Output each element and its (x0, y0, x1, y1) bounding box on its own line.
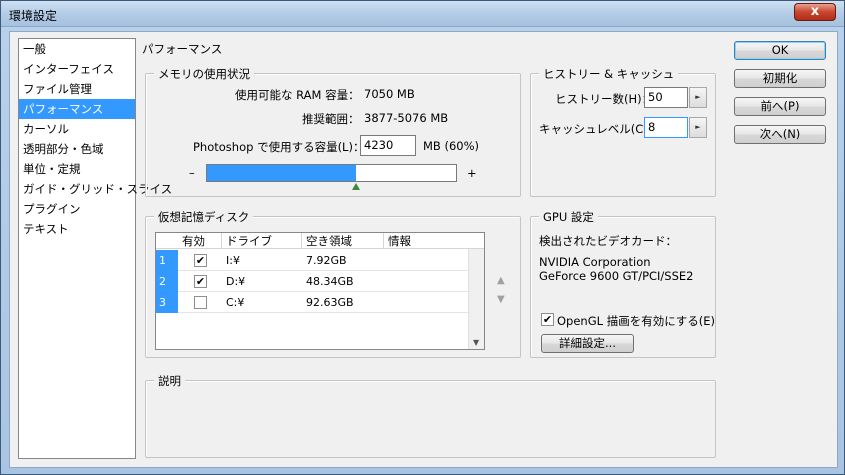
slider-plus-label: + (467, 166, 477, 180)
recommended-range-value: 3877-5076 MB (364, 111, 449, 125)
table-row[interactable]: 1 ✔ I:¥ 7.92GB (156, 250, 470, 271)
cache-levels-spin-button[interactable]: ► (689, 117, 707, 138)
next-button[interactable]: 次へ(N) (734, 125, 826, 144)
history-states-label: ヒストリー数(H)： (555, 92, 654, 106)
gpu-vendor: NVIDIA Corporation (539, 255, 651, 269)
nav-item[interactable]: プラグイン (19, 199, 135, 219)
page-title: パフォーマンス (142, 42, 223, 56)
scratch-disk-table: 有効 ドライブ 空き領域 情報 ▼ 1 ✔ I:¥ 7.92GB 2 ✔ D:¥ 48.34G… (155, 232, 485, 350)
recommended-range-label: 推奨範囲： (302, 112, 360, 126)
title-bar[interactable]: 環境設定 x (1, 1, 844, 27)
memory-usage-input[interactable]: 4230 (360, 135, 416, 156)
dialog-client: 一般 インターフェイス ファイル管理 パフォーマンス カーソル 透明部分・色域 単位・定規ガ… (9, 31, 838, 468)
column-header-enabled[interactable]: 有効 (178, 233, 222, 249)
ok-button[interactable]: OK (734, 41, 826, 60)
scratch-disk-scrollbar[interactable]: ▼ (468, 249, 484, 349)
previous-button[interactable]: 前へ(P) (734, 97, 826, 116)
opengl-checkbox[interactable]: ✔ (541, 313, 554, 326)
gpu-model: GeForce 9600 GT/PCI/SSE2 (539, 269, 694, 283)
nav-item[interactable]: インターフェイス (19, 59, 135, 79)
column-header-info[interactable]: 情報 (384, 233, 470, 249)
row-number: 3 (156, 292, 178, 313)
cache-levels-input[interactable]: 8 (644, 117, 688, 138)
move-up-icon[interactable]: ▲ (497, 275, 505, 286)
column-header-free-space[interactable]: 空き領域 (302, 233, 384, 249)
history-states-input[interactable]: 50 (644, 87, 688, 108)
nav-item[interactable]: カーソル (19, 119, 135, 139)
scratch-enabled-checkbox[interactable]: ✔ (194, 254, 207, 267)
preferences-window: 環境設定 x 一般 インターフェイス ファイル管理 パフォーマンス カーソル 透明部分・色… (0, 0, 845, 475)
move-down-icon[interactable]: ▼ (497, 294, 505, 305)
ram-value: 7050 MB (364, 87, 415, 101)
nav-item[interactable]: テキスト (19, 219, 135, 239)
drive-cell: I:¥ (226, 254, 240, 267)
opengl-label[interactable]: OpenGL 描画を有効にする(E) (557, 313, 715, 329)
nav-item[interactable]: パフォーマンス (19, 99, 135, 119)
nav-item[interactable]: 一般 (19, 39, 135, 59)
memory-usage-legend: メモリの使用状況 (154, 66, 254, 82)
drive-cell: D:¥ (226, 275, 246, 288)
nav-item[interactable]: ガイド・グリッド・スライス (19, 179, 172, 199)
table-row[interactable]: 2 ✔ D:¥ 48.34GB (156, 271, 470, 292)
gpu-advanced-settings-button[interactable]: 詳細設定... (541, 334, 634, 353)
description-legend: 説明 (154, 373, 185, 389)
nav-item[interactable]: 透明部分・色域 (19, 139, 135, 159)
memory-slider[interactable] (206, 164, 457, 182)
reset-button[interactable]: 初期化 (734, 69, 826, 88)
nav-item[interactable]: 単位・定規 (19, 159, 135, 179)
window-title: 環境設定 (9, 9, 58, 23)
nav-item[interactable]: ファイル管理 (19, 79, 135, 99)
memory-slider-thumb[interactable] (352, 183, 361, 190)
gpu-settings-legend: GPU 設定 (539, 209, 598, 225)
memory-slider-fill (207, 165, 357, 181)
memory-usage-label: Photoshop で使用する容量(L)： (193, 140, 365, 154)
row-number: 2 (156, 271, 178, 292)
table-row[interactable]: 3 C:¥ 92.63GB (156, 292, 470, 313)
cache-levels-label: キャッシュレベル(C)： (539, 122, 660, 136)
description-group: 説明 (145, 373, 716, 458)
drive-cell: C:¥ (226, 296, 245, 309)
history-cache-legend: ヒストリー & キャッシュ (539, 66, 679, 82)
scratch-enabled-checkbox[interactable] (194, 296, 207, 309)
scratch-disk-header: 有効 ドライブ 空き領域 情報 (156, 233, 484, 249)
history-states-spin-button[interactable]: ► (689, 87, 707, 108)
close-button[interactable]: x (794, 3, 836, 21)
column-header-drive[interactable]: ドライブ (222, 233, 302, 249)
free-space-cell: 48.34GB (306, 275, 354, 288)
memory-usage-suffix: MB (60%) (423, 139, 480, 153)
scratch-enabled-checkbox[interactable]: ✔ (194, 275, 207, 288)
row-number: 1 (156, 250, 178, 271)
scratch-disk-legend: 仮想記憶ディスク (154, 209, 254, 225)
category-list: 一般 インターフェイス ファイル管理 パフォーマンス カーソル 透明部分・色域 単位・定規ガ… (18, 38, 172, 459)
free-space-cell: 7.92GB (306, 254, 347, 267)
free-space-cell: 92.63GB (306, 296, 354, 309)
slider-minus-label: – (189, 166, 195, 180)
detected-video-card-label: 検出されたビデオカード： (539, 234, 677, 248)
ram-label: 使用可能な RAM 容量： (235, 88, 360, 102)
scroll-down-icon[interactable]: ▼ (473, 338, 479, 347)
